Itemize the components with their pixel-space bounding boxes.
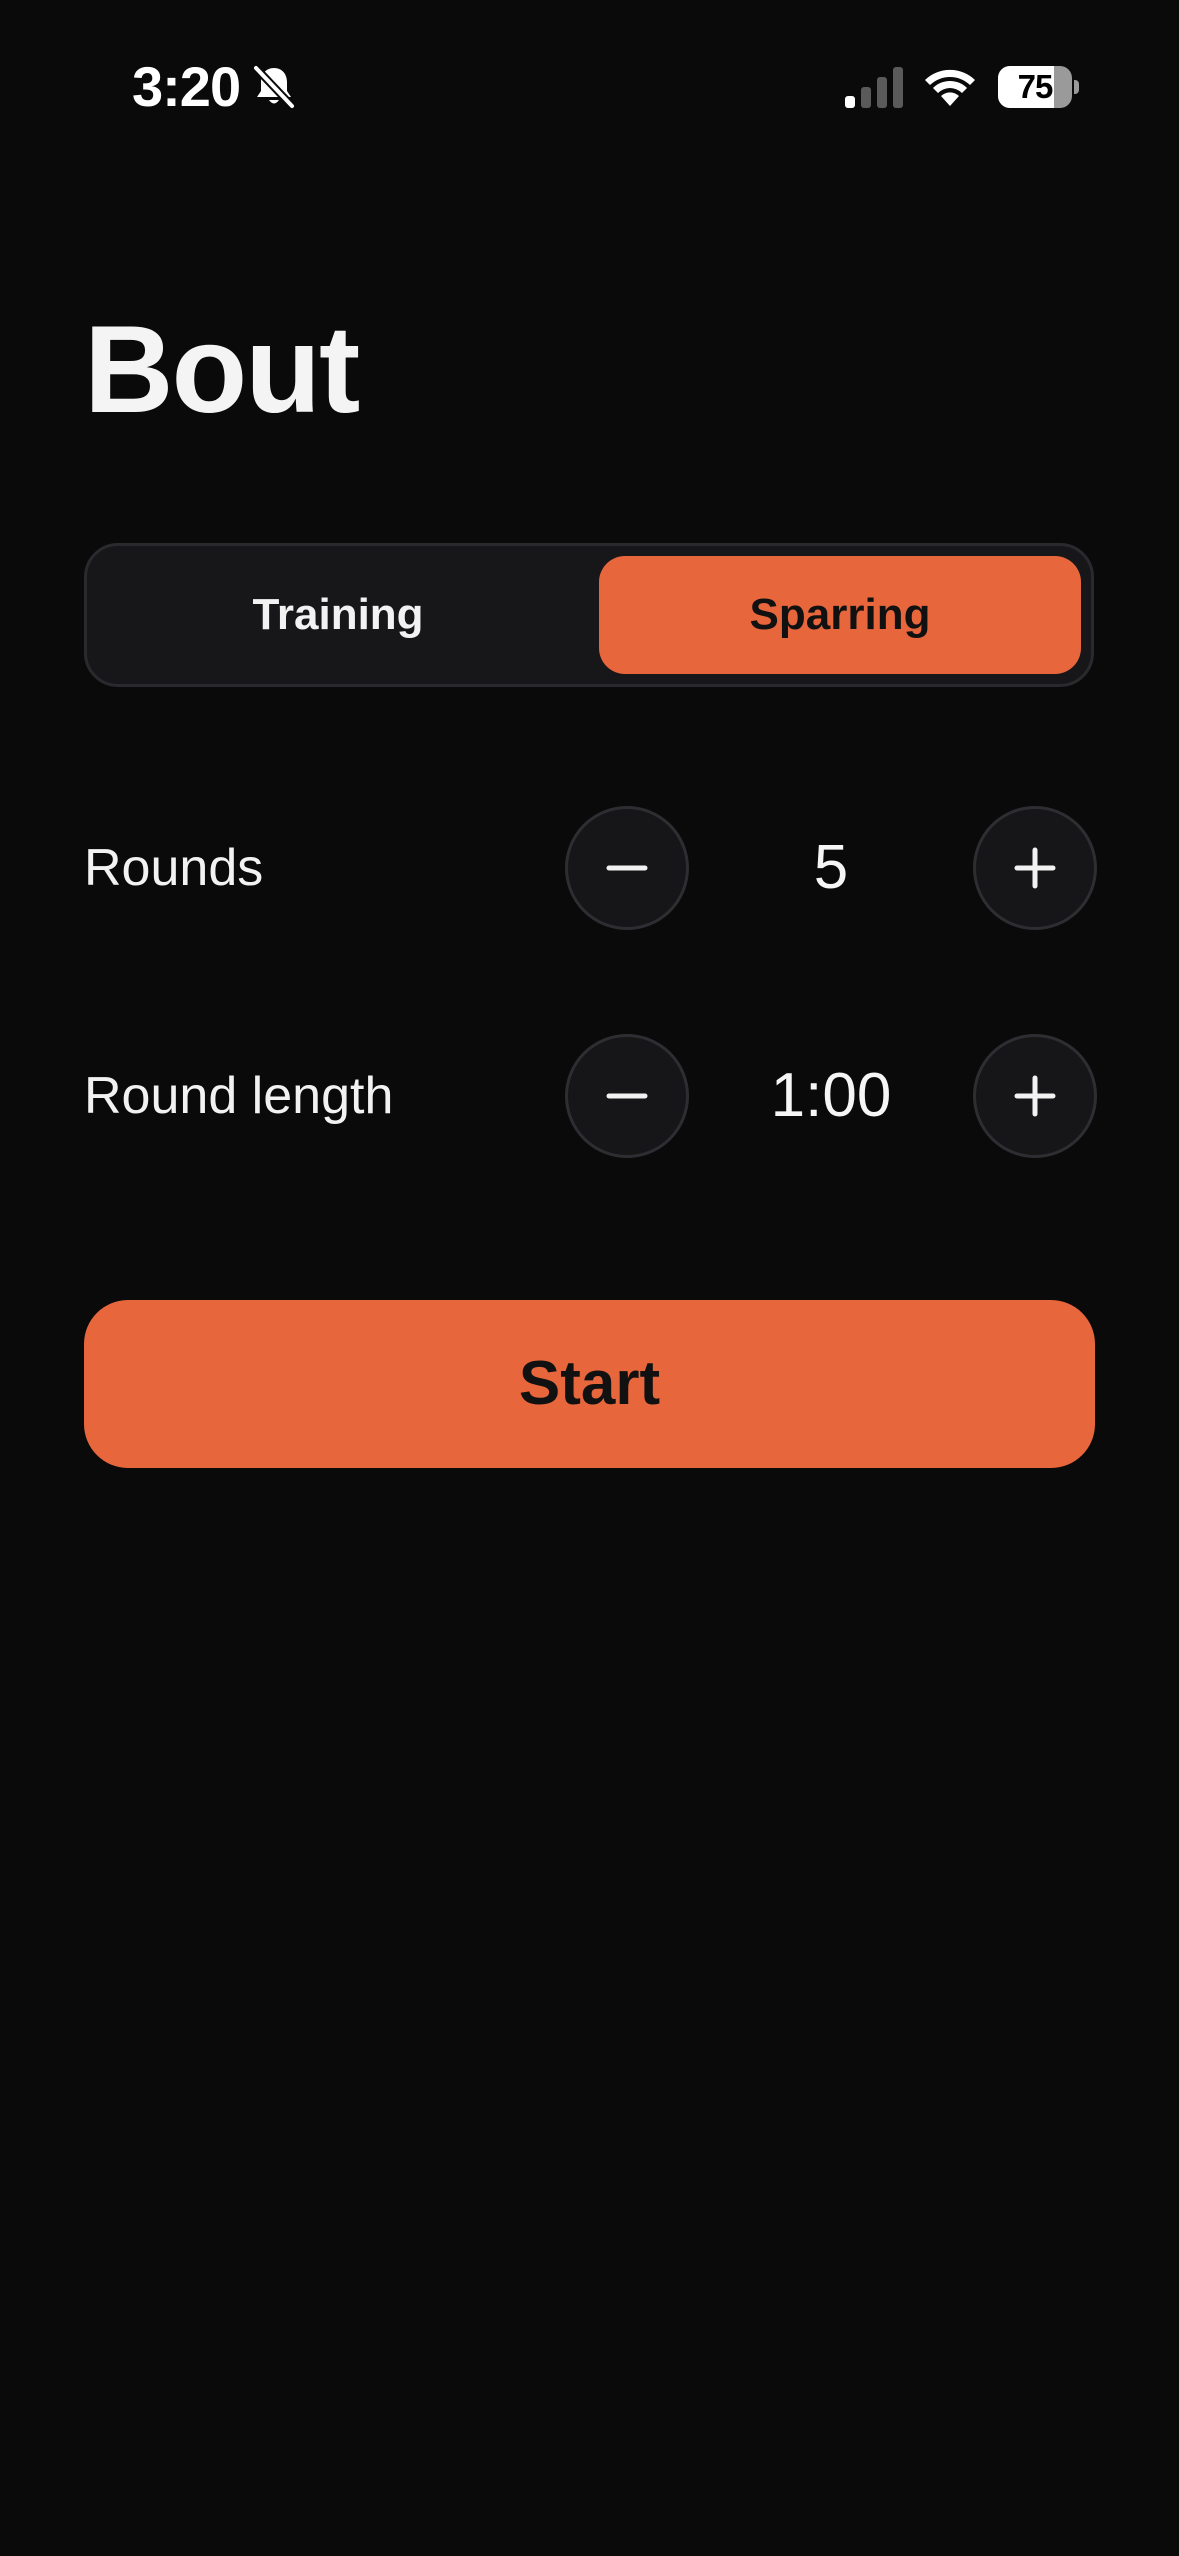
status-time: 3:20 xyxy=(132,55,241,118)
minus-icon xyxy=(606,865,648,871)
wifi-icon xyxy=(925,69,975,106)
start-button[interactable]: Start xyxy=(84,1300,1095,1468)
bell-slash-icon xyxy=(252,64,296,110)
segment-sparring[interactable]: Sparring xyxy=(599,556,1081,674)
minus-icon xyxy=(606,1093,648,1099)
page-title: Bout xyxy=(84,301,360,439)
mode-segmented-control: Training Sparring xyxy=(84,543,1094,687)
round-length-value: 1:00 xyxy=(770,1061,892,1130)
rounds-label: Rounds xyxy=(84,839,264,897)
rounds-increment-button[interactable] xyxy=(973,806,1097,930)
rounds-value: 5 xyxy=(813,833,849,902)
plus-icon xyxy=(1014,1075,1056,1117)
battery-icon: 75 xyxy=(998,66,1079,108)
segment-training[interactable]: Training xyxy=(97,556,579,674)
round-length-label: Round length xyxy=(84,1067,394,1125)
status-bar: 3:20 75 xyxy=(0,0,1179,150)
cellular-signal-icon xyxy=(845,67,903,108)
round-length-increment-button[interactable] xyxy=(973,1034,1097,1158)
rounds-setting-row: Rounds 5 xyxy=(84,806,1097,930)
round-length-decrement-button[interactable] xyxy=(565,1034,689,1158)
rounds-decrement-button[interactable] xyxy=(565,806,689,930)
round-length-setting-row: Round length 1:00 xyxy=(84,1034,1097,1158)
plus-icon xyxy=(1014,847,1056,889)
battery-level: 75 xyxy=(1017,68,1054,105)
